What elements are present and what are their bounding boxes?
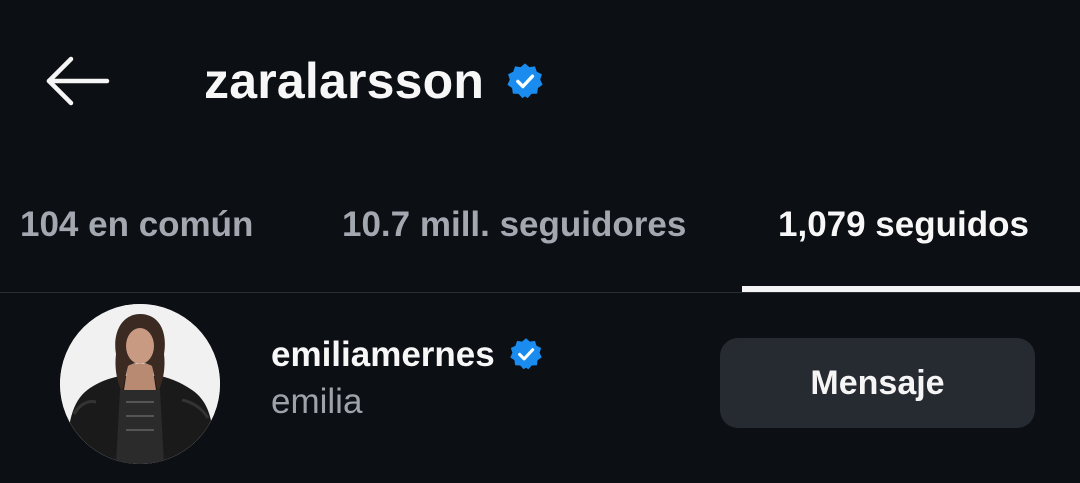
list-item[interactable]: emiliamernes emilia Mensaje bbox=[0, 300, 1080, 470]
arrow-left-icon bbox=[46, 56, 110, 106]
avatar[interactable] bbox=[60, 304, 220, 464]
tabs-divider bbox=[0, 292, 1080, 293]
username-line: emiliamernes bbox=[271, 332, 543, 376]
verified-badge-icon bbox=[510, 338, 542, 370]
verified-badge-icon bbox=[507, 63, 543, 99]
list-item-username[interactable]: emiliamernes bbox=[271, 337, 495, 372]
tab-mutual[interactable]: 104 en común bbox=[20, 185, 253, 265]
tab-following[interactable]: 1,079 seguidos bbox=[778, 185, 1029, 265]
back-button[interactable] bbox=[40, 50, 116, 112]
avatar-photo bbox=[60, 304, 220, 464]
list-item-fullname: emilia bbox=[271, 382, 363, 421]
follow-tabs: 104 en común 10.7 mill. seguidores 1,079… bbox=[0, 185, 1080, 293]
profile-username: zaralarsson bbox=[204, 53, 485, 109]
top-bar: zaralarsson bbox=[0, 0, 1080, 160]
profile-title: zaralarsson bbox=[204, 48, 544, 114]
message-button[interactable]: Mensaje bbox=[720, 338, 1035, 428]
tab-followers[interactable]: 10.7 mill. seguidores bbox=[342, 185, 686, 265]
